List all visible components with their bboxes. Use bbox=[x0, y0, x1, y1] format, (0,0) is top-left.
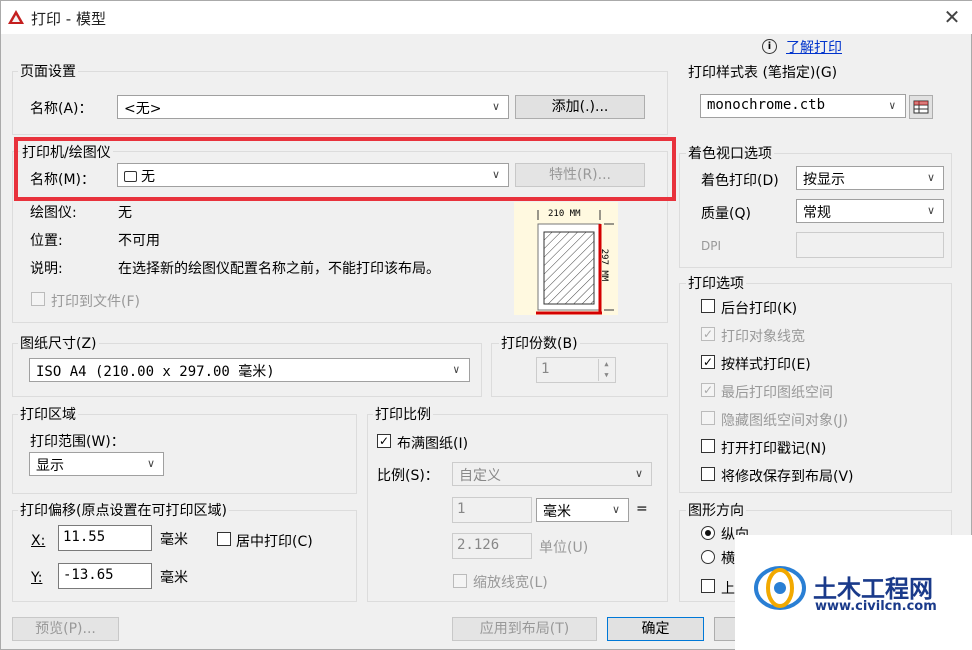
offset-x-label: X: bbox=[31, 533, 46, 549]
description-value: 在选择新的绘图仪配置名称之前，不能打印该布局。 bbox=[118, 261, 440, 277]
watermark: 土木工程网 www.civilcn.com bbox=[735, 535, 972, 650]
plot-option-label: 隐藏图纸空间对象(J) bbox=[721, 413, 849, 429]
apply-to-layout-button[interactable]: 应用到布局(T) bbox=[452, 617, 597, 641]
close-icon[interactable]: ✕ bbox=[939, 5, 965, 29]
portrait-radio[interactable] bbox=[701, 526, 715, 540]
spin-up-icon[interactable]: ▲ bbox=[598, 359, 614, 370]
save-changes-to-layout-checkbox[interactable] bbox=[701, 467, 715, 481]
page-setup-name-label: 名称(A)： bbox=[30, 101, 93, 117]
chevron-down-icon: ∨ bbox=[147, 457, 156, 470]
quality-label: 质量(Q) bbox=[701, 206, 751, 222]
print-to-file-checkbox[interactable] bbox=[31, 292, 45, 306]
shade-plot-select[interactable]: 按显示 ∨ bbox=[796, 166, 944, 190]
plot-style-label: 打印样式表 (笔指定)(G) bbox=[686, 62, 840, 82]
print-dialog: 打印 - 模型 ✕ i 了解打印 页面设置 名称(A)： <无> ∨ 添加(.).… bbox=[0, 0, 972, 650]
fit-to-paper-checkbox[interactable]: ✓ bbox=[377, 434, 391, 448]
scale-value1-input[interactable]: 1 bbox=[452, 497, 532, 523]
chevron-down-icon: ∨ bbox=[453, 363, 460, 376]
offset-y-input[interactable]: -13.65 bbox=[58, 563, 152, 589]
orientation-label: 图形方向 bbox=[686, 500, 746, 520]
paper-size-label: 图纸尺寸(Z) bbox=[18, 333, 99, 353]
chevron-down-icon: ∨ bbox=[889, 99, 896, 112]
landscape-label: 横 bbox=[721, 551, 735, 567]
printer-highlight-box bbox=[14, 137, 676, 201]
plot-option-label: 打印对象线宽 bbox=[721, 329, 805, 345]
edit-plot-style-button[interactable] bbox=[909, 95, 933, 119]
chevron-down-icon: ∨ bbox=[927, 204, 936, 217]
dpi-input[interactable] bbox=[796, 232, 944, 258]
title-bar: 打印 - 模型 ✕ bbox=[1, 1, 972, 34]
chevron-down-icon: ∨ bbox=[927, 171, 936, 184]
paper-size-select[interactable]: ISO A4 (210.00 x 297.00 毫米) ∨ bbox=[29, 358, 470, 382]
upside-down-label: 上 bbox=[721, 581, 735, 597]
scale-lineweights-label: 缩放线宽(L) bbox=[473, 575, 548, 591]
plot-paperspace-last-checkbox[interactable]: ✓ bbox=[701, 383, 715, 397]
center-plot-checkbox[interactable] bbox=[217, 532, 231, 546]
offset-y-unit: 毫米 bbox=[160, 570, 188, 586]
plot-stamp-checkbox[interactable] bbox=[701, 439, 715, 453]
copies-label: 打印份数(B) bbox=[499, 333, 580, 353]
page-setup-label: 页面设置 bbox=[18, 61, 78, 81]
scale-value2-input[interactable]: 2.126 bbox=[452, 533, 532, 559]
table-edit-icon bbox=[913, 100, 929, 114]
info-icon: i bbox=[762, 39, 777, 54]
print-range-label: 打印范围(W)： bbox=[30, 434, 125, 450]
preview-button[interactable]: 预览(P)... bbox=[12, 617, 119, 641]
paper-height-label: 297 MM bbox=[599, 248, 609, 282]
plotter-label: 绘图仪: bbox=[30, 205, 77, 221]
chevron-down-icon: ∨ bbox=[635, 467, 644, 480]
copies-spinner[interactable]: 1 ▲ ▼ bbox=[536, 357, 616, 383]
learn-print-link[interactable]: 了解打印 bbox=[786, 37, 842, 57]
print-range-select[interactable]: 显示 ∨ bbox=[29, 452, 164, 476]
plot-option-label: 将修改保存到布局(V) bbox=[721, 469, 854, 485]
plot-options-label: 打印选项 bbox=[686, 273, 746, 293]
plot-style-select[interactable]: monochrome.ctb ∨ bbox=[700, 94, 906, 118]
chevron-down-icon: ∨ bbox=[612, 503, 621, 516]
scale-unit-select[interactable]: 毫米 ∨ bbox=[536, 498, 629, 522]
plot-option-label: 后台打印(K) bbox=[721, 301, 798, 317]
autocad-logo-icon bbox=[8, 10, 24, 24]
offset-x-input[interactable]: 11.55 bbox=[58, 525, 152, 551]
hide-paperspace-objects-checkbox[interactable] bbox=[701, 411, 715, 425]
spin-down-icon[interactable]: ▼ bbox=[598, 370, 614, 381]
dpi-label: DPI bbox=[701, 239, 722, 253]
page-setup-name-select[interactable]: <无> ∨ bbox=[117, 95, 509, 119]
plotter-value: 无 bbox=[118, 205, 132, 221]
window-title: 打印 - 模型 bbox=[31, 10, 106, 28]
offset-x-unit: 毫米 bbox=[160, 532, 188, 548]
print-scale-label: 打印比例 bbox=[373, 404, 433, 424]
shaded-viewport-label: 着色视口选项 bbox=[686, 143, 774, 163]
landscape-radio[interactable] bbox=[701, 550, 715, 564]
plot-option-label: 最后打印图纸空间 bbox=[721, 385, 833, 401]
scale-lineweights-checkbox[interactable] bbox=[453, 574, 467, 588]
print-area-label: 打印区域 bbox=[18, 404, 78, 424]
shade-plot-label: 着色打印(D) bbox=[701, 173, 779, 189]
background-plot-checkbox[interactable] bbox=[701, 299, 715, 313]
ok-button[interactable]: 确定 bbox=[607, 617, 704, 641]
description-label: 说明: bbox=[30, 261, 63, 277]
upside-down-checkbox[interactable] bbox=[701, 579, 715, 593]
location-value: 不可用 bbox=[118, 233, 160, 249]
fit-to-paper-label: 布满图纸(I) bbox=[397, 436, 469, 452]
plot-with-styles-checkbox[interactable]: ✓ bbox=[701, 355, 715, 369]
watermark-url: www.civilcn.com bbox=[815, 599, 937, 614]
offset-y-label: Y: bbox=[31, 570, 43, 586]
equals-sign: = bbox=[636, 501, 648, 517]
add-page-setup-button[interactable]: 添加(.)... bbox=[515, 95, 645, 119]
paper-width-label: 210 MM bbox=[548, 209, 581, 219]
location-label: 位置: bbox=[30, 233, 63, 249]
print-to-file-label: 打印到文件(F) bbox=[51, 294, 140, 310]
center-plot-label: 居中打印(C) bbox=[236, 534, 313, 550]
plot-option-label: 按样式打印(E) bbox=[721, 357, 811, 373]
chevron-down-icon: ∨ bbox=[492, 100, 501, 113]
unit-label: 单位(U) bbox=[539, 540, 589, 556]
paper-preview: 210 MM 297 MM bbox=[514, 202, 618, 315]
scale-label: 比例(S)： bbox=[377, 468, 439, 484]
scale-select[interactable]: 自定义 ∨ bbox=[452, 462, 652, 486]
plot-lineweights-checkbox[interactable]: ✓ bbox=[701, 327, 715, 341]
print-offset-label: 打印偏移(原点设置在可打印区域) bbox=[18, 500, 229, 520]
quality-select[interactable]: 常规 ∨ bbox=[796, 199, 944, 223]
watermark-logo-icon bbox=[754, 566, 806, 610]
plot-option-label: 打开打印戳记(N) bbox=[721, 441, 827, 457]
